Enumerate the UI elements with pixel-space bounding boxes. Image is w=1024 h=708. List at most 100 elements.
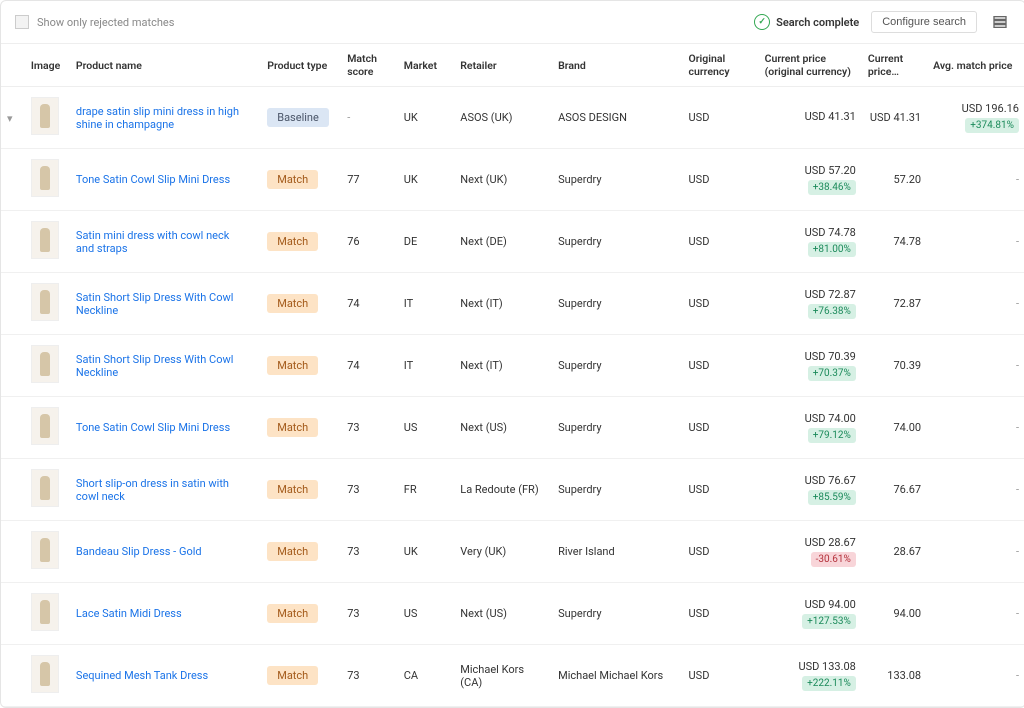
th-image[interactable]: Image: [25, 44, 70, 87]
product-name-link[interactable]: Satin Short Slip Dress With Cowl Necklin…: [76, 291, 246, 317]
retailer-cell: ASOS (UK): [454, 87, 552, 149]
table-row[interactable]: Satin mini dress with cowl neck and stra…: [1, 211, 1024, 273]
match-score-cell: 76: [341, 211, 398, 273]
product-name-link[interactable]: Tone Satin Cowl Slip Mini Dress: [76, 421, 230, 434]
expand-cell: [1, 645, 25, 707]
table-row[interactable]: ▾ drape satin slip mini dress in high shi…: [1, 87, 1024, 149]
product-type-badge: Baseline: [267, 108, 329, 127]
th-original-currency[interactable]: Original currency: [683, 44, 759, 87]
th-current-price-original[interactable]: Current price (original currency): [759, 44, 862, 87]
th-match-score[interactable]: Match score: [341, 44, 398, 87]
current-price-cell: 133.08: [862, 645, 927, 707]
expand-cell: [1, 397, 25, 459]
brand-cell: Superdry: [552, 459, 682, 521]
product-name-link[interactable]: Lace Satin Midi Dress: [76, 607, 182, 620]
filter-label: Show only rejected matches: [37, 16, 174, 29]
chevron-down-icon[interactable]: ▾: [7, 112, 13, 125]
app-frame: Show only rejected matches ✓ Search comp…: [0, 0, 1024, 708]
original-currency-cell: USD: [683, 583, 759, 645]
configure-search-button[interactable]: Configure search: [871, 11, 977, 33]
name-cell: Bandeau Slip Dress - Gold: [70, 521, 261, 583]
product-name-link[interactable]: drape satin slip mini dress in high shin…: [76, 105, 246, 131]
th-current-price[interactable]: Current price…: [862, 44, 927, 87]
image-cell: [25, 645, 70, 707]
current-price-cell: 74.78: [862, 211, 927, 273]
product-name-link[interactable]: Short slip-on dress in satin with cowl n…: [76, 477, 246, 503]
th-avg-match-price[interactable]: Avg. match price: [927, 44, 1024, 87]
product-type-badge: Match: [267, 480, 318, 499]
match-score-cell: 73: [341, 521, 398, 583]
table-row[interactable]: Bandeau Slip Dress - GoldMatch73UKVery (…: [1, 521, 1024, 583]
match-score-cell: 74: [341, 335, 398, 397]
product-type-badge: Match: [267, 294, 318, 313]
th-product-type[interactable]: Product type: [261, 44, 341, 87]
product-image: [31, 283, 59, 321]
product-type-badge: Match: [267, 418, 318, 437]
match-score-cell: -: [341, 87, 398, 149]
table-row[interactable]: Short slip-on dress in satin with cowl n…: [1, 459, 1024, 521]
product-name-link[interactable]: Tone Satin Cowl Slip Mini Dress: [76, 173, 230, 186]
market-cell: CA: [398, 645, 455, 707]
match-score-cell: 74: [341, 273, 398, 335]
current-price-cell: 70.39: [862, 335, 927, 397]
product-name-link[interactable]: Bandeau Slip Dress - Gold: [76, 545, 202, 558]
status-label: Search complete: [776, 16, 859, 29]
expand-cell: ▾: [1, 87, 25, 149]
avg-match-price-cell: -: [927, 149, 1024, 211]
topbar: Show only rejected matches ✓ Search comp…: [1, 1, 1024, 44]
topbar-right: ✓ Search complete Configure search: [754, 11, 1011, 33]
type-cell: Baseline: [261, 87, 341, 149]
name-cell: Sequined Mesh Tank Dress: [70, 645, 261, 707]
table-row[interactable]: Tone Satin Cowl Slip Mini DressMatch73US…: [1, 397, 1024, 459]
market-cell: FR: [398, 459, 455, 521]
th-retailer[interactable]: Retailer: [454, 44, 552, 87]
image-cell: [25, 459, 70, 521]
th-market[interactable]: Market: [398, 44, 455, 87]
current-price-original-cell: USD 76.67+85.59%: [759, 459, 862, 521]
th-product-name[interactable]: Product name: [70, 44, 261, 87]
table-row[interactable]: Satin Short Slip Dress With Cowl Necklin…: [1, 335, 1024, 397]
current-price-original-cell: USD 70.39+70.37%: [759, 335, 862, 397]
current-price-cell: 72.87: [862, 273, 927, 335]
product-type-badge: Match: [267, 232, 318, 251]
type-cell: Match: [261, 397, 341, 459]
settings-icon[interactable]: [989, 11, 1011, 33]
current-price-cell: 74.00: [862, 397, 927, 459]
table-row[interactable]: Satin Short Slip Dress With Cowl Necklin…: [1, 273, 1024, 335]
expand-cell: [1, 335, 25, 397]
type-cell: Match: [261, 521, 341, 583]
current-price-original-cell: USD 74.78+81.00%: [759, 211, 862, 273]
name-cell: Tone Satin Cowl Slip Mini Dress: [70, 397, 261, 459]
brand-cell: Superdry: [552, 273, 682, 335]
expand-cell: [1, 211, 25, 273]
type-cell: Match: [261, 583, 341, 645]
retailer-cell: Next (US): [454, 397, 552, 459]
product-name-link[interactable]: Satin mini dress with cowl neck and stra…: [76, 229, 246, 255]
image-cell: [25, 583, 70, 645]
product-name-link[interactable]: Sequined Mesh Tank Dress: [76, 669, 208, 682]
name-cell: Satin mini dress with cowl neck and stra…: [70, 211, 261, 273]
table-row[interactable]: Lace Satin Midi DressMatch73USNext (US)S…: [1, 583, 1024, 645]
match-score-cell: 77: [341, 149, 398, 211]
table-row[interactable]: Sequined Mesh Tank DressMatch73CAMichael…: [1, 645, 1024, 707]
brand-cell: Superdry: [552, 211, 682, 273]
name-cell: Satin Short Slip Dress With Cowl Necklin…: [70, 335, 261, 397]
match-score-cell: 73: [341, 645, 398, 707]
current-price-cell: 94.00: [862, 583, 927, 645]
retailer-cell: Next (IT): [454, 273, 552, 335]
retailer-cell: Michael Kors (CA): [454, 645, 552, 707]
avg-match-price-cell: -: [927, 335, 1024, 397]
image-cell: [25, 521, 70, 583]
avg-match-price-cell: -: [927, 459, 1024, 521]
product-type-badge: Match: [267, 604, 318, 623]
table-row[interactable]: Tone Satin Cowl Slip Mini DressMatch77UK…: [1, 149, 1024, 211]
current-price-original-cell: USD 28.67-30.61%: [759, 521, 862, 583]
filter-rejected[interactable]: Show only rejected matches: [15, 15, 174, 29]
product-image: [31, 655, 59, 693]
th-brand[interactable]: Brand: [552, 44, 682, 87]
current-price-cell: USD 41.31: [862, 87, 927, 149]
expand-cell: [1, 273, 25, 335]
avg-match-price-cell: -: [927, 211, 1024, 273]
brand-cell: River Island: [552, 521, 682, 583]
product-name-link[interactable]: Satin Short Slip Dress With Cowl Necklin…: [76, 353, 246, 379]
